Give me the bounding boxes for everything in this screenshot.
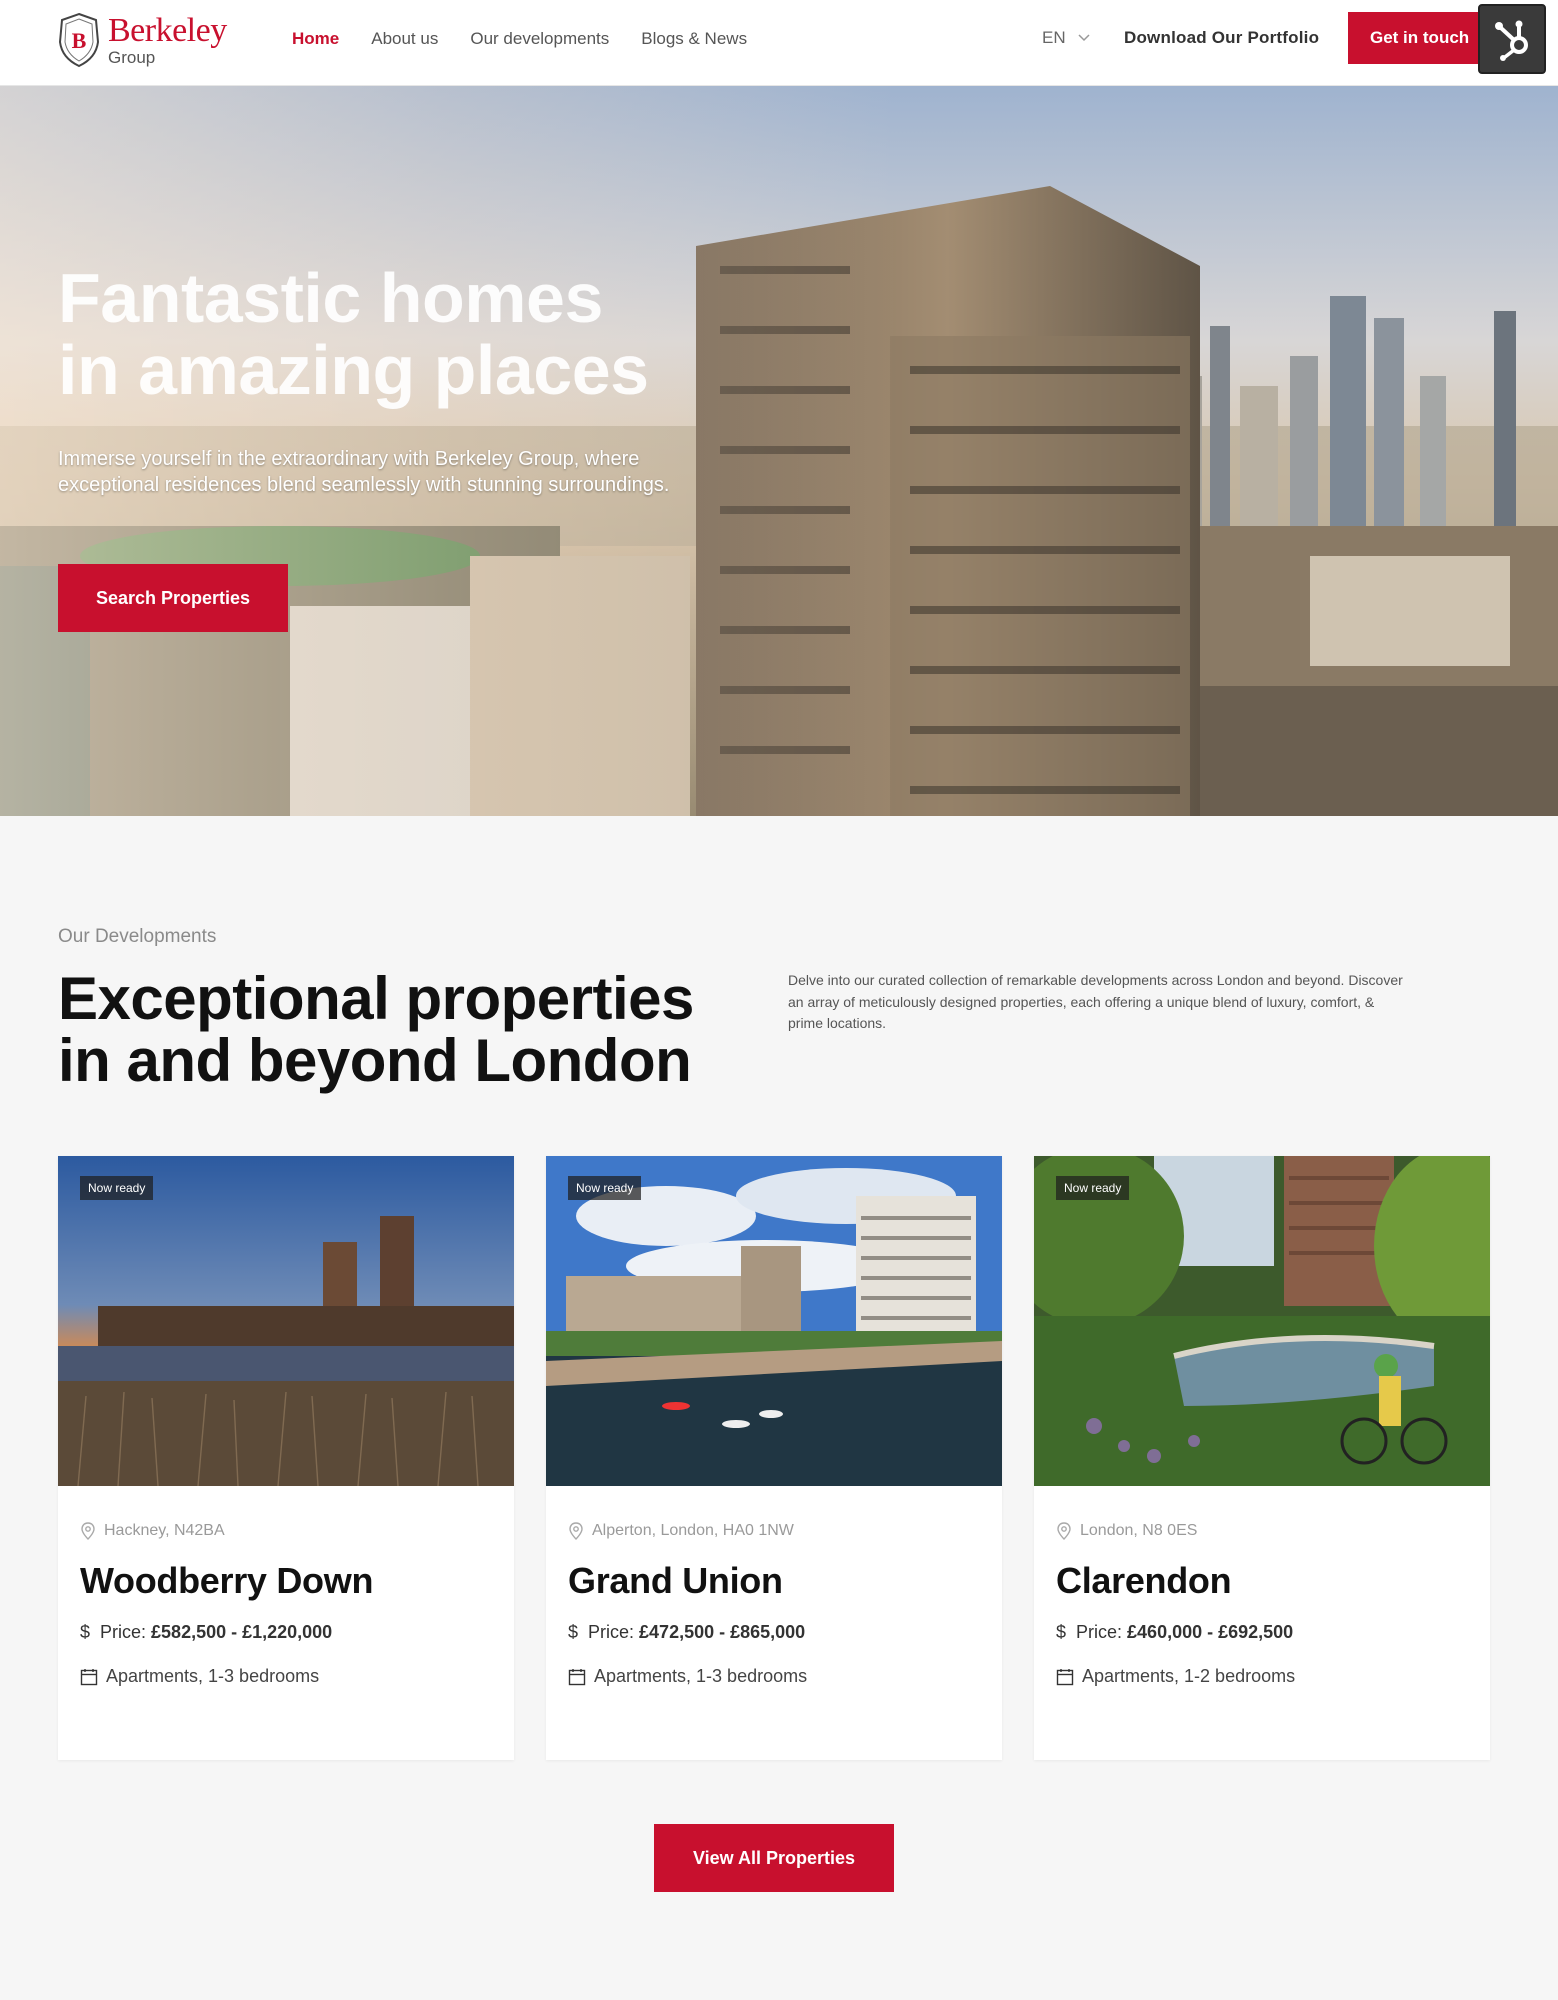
svg-text:B: B xyxy=(72,28,87,53)
main-nav: Home About us Our developments Blogs & N… xyxy=(292,28,779,50)
property-image[interactable]: Now ready xyxy=(1034,1156,1490,1486)
details-text: Apartments, 1-3 bedrooms xyxy=(106,1666,320,1686)
crest-icon: B xyxy=(58,12,100,68)
price-value: £472,500 - £865,000 xyxy=(639,1622,806,1642)
nav-about-us[interactable]: About us xyxy=(371,28,438,50)
calendar-icon xyxy=(1056,1668,1074,1685)
section-title-line1: Exceptional properties xyxy=(58,965,694,1032)
price-label: Price: xyxy=(588,1622,635,1642)
dollar-icon: $ xyxy=(1056,1622,1067,1642)
property-title[interactable]: Woodberry Down xyxy=(80,1560,373,1602)
location-text: Alperton, London, HA0 1NW xyxy=(592,1522,794,1539)
calendar-icon xyxy=(568,1668,586,1685)
section-title-line2: in and beyond London xyxy=(58,1027,692,1094)
hero-banner: Fantastic homes in amazing places Immers… xyxy=(0,86,1558,816)
nav-home[interactable]: Home xyxy=(292,28,339,50)
clarendon-photo xyxy=(1034,1156,1490,1486)
map-pin-icon xyxy=(569,1522,583,1540)
property-title[interactable]: Clarendon xyxy=(1056,1560,1232,1602)
status-badge: Now ready xyxy=(568,1176,642,1200)
hero-subtitle: Immerse yourself in the extraordinary wi… xyxy=(58,448,670,496)
property-card-clarendon[interactable]: Now ready London, N8 0ES Clarendon $ Pri… xyxy=(1034,1156,1490,1760)
price-label: Price: xyxy=(1076,1622,1123,1642)
nav-blogs-news[interactable]: Blogs & News xyxy=(641,28,747,50)
hero-title-line1: Fantastic homes xyxy=(58,259,603,337)
section-title: Exceptional properties in and beyond Lon… xyxy=(58,968,758,1092)
property-price: $ Price: £472,500 - £865,000 xyxy=(568,1622,805,1643)
status-badge: Now ready xyxy=(1056,1176,1130,1200)
language-value: EN xyxy=(1042,28,1066,47)
property-location: Alperton, London, HA0 1NW xyxy=(568,1522,794,1540)
view-all-properties-button[interactable]: View All Properties xyxy=(654,1824,894,1892)
language-selector[interactable]: EN xyxy=(1042,28,1090,48)
dollar-icon: $ xyxy=(568,1622,579,1642)
price-label: Price: xyxy=(100,1622,147,1642)
property-price: $ Price: £460,000 - £692,500 xyxy=(1056,1622,1293,1643)
nav-our-developments[interactable]: Our developments xyxy=(470,28,609,50)
dollar-icon: $ xyxy=(80,1622,91,1642)
logo-subtitle: Group xyxy=(108,48,156,67)
calendar-icon xyxy=(80,1668,98,1685)
chevron-down-icon xyxy=(1078,34,1090,42)
grand-union-photo xyxy=(546,1156,1002,1486)
hero-title: Fantastic homes in amazing places xyxy=(58,262,758,406)
location-text: London, N8 0ES xyxy=(1080,1522,1198,1539)
status-badge: Now ready xyxy=(80,1176,154,1200)
map-pin-icon xyxy=(81,1522,95,1540)
map-pin-icon xyxy=(1057,1522,1071,1540)
hero-title-line2: in amazing places xyxy=(58,331,649,409)
section-label: Our Developments xyxy=(58,926,217,947)
hubspot-icon xyxy=(1495,20,1528,61)
hubspot-widget-button[interactable] xyxy=(1478,4,1546,74)
property-details: Apartments, 1-2 bedrooms xyxy=(1056,1666,1295,1687)
property-details: Apartments, 1-3 bedrooms xyxy=(80,1666,319,1687)
property-image[interactable]: Now ready xyxy=(58,1156,514,1486)
price-value: £460,000 - £692,500 xyxy=(1127,1622,1294,1642)
property-card-grand-union[interactable]: Now ready Alperton, London, HA0 1NW Gran… xyxy=(546,1156,1002,1760)
download-portfolio-link[interactable]: Download Our Portfolio xyxy=(1124,28,1319,48)
property-title[interactable]: Grand Union xyxy=(568,1560,783,1602)
property-price: $ Price: £582,500 - £1,220,000 xyxy=(80,1622,332,1643)
property-card-woodberry-down[interactable]: Now ready Hackney, N42BA Woodberry Down … xyxy=(58,1156,514,1760)
property-location: Hackney, N42BA xyxy=(80,1522,225,1540)
location-text: Hackney, N42BA xyxy=(104,1522,225,1539)
details-text: Apartments, 1-2 bedrooms xyxy=(1082,1666,1296,1686)
details-text: Apartments, 1-3 bedrooms xyxy=(594,1666,808,1686)
property-image[interactable]: Now ready xyxy=(546,1156,1002,1486)
woodberry-down-photo xyxy=(58,1156,514,1486)
search-properties-button[interactable]: Search Properties xyxy=(58,564,288,632)
logo-wordmark: Berkeley xyxy=(108,12,227,49)
section-description: Delve into our curated collection of rem… xyxy=(788,972,1403,1031)
property-details: Apartments, 1-3 bedrooms xyxy=(568,1666,807,1687)
site-header: B Berkeley Group Home About us Our devel… xyxy=(0,0,1558,86)
price-value: £582,500 - £1,220,000 xyxy=(151,1622,333,1642)
property-location: London, N8 0ES xyxy=(1056,1522,1197,1540)
berkeley-logo[interactable]: B Berkeley Group xyxy=(56,10,236,70)
